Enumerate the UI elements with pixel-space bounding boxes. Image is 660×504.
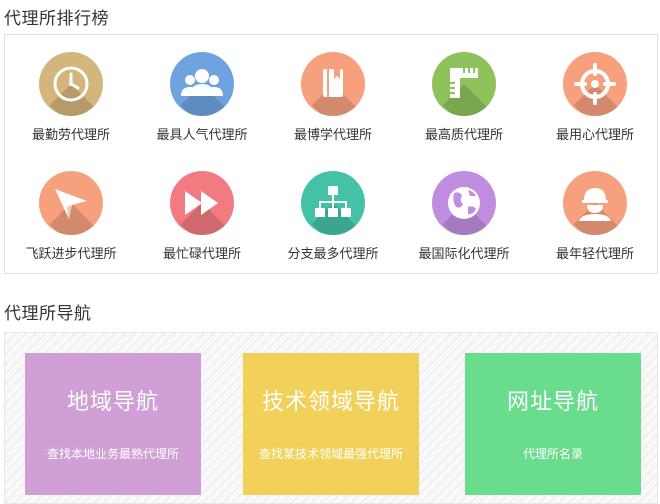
ranking-section-title: 代理所排行榜 [4, 9, 109, 29]
navigation-panel: 地域导航 查找本地业务最熟代理所 技术领域导航 查找某技术领域最强代理所 网址导… [4, 332, 658, 504]
rank-item-label: 最国际化代理所 [418, 247, 510, 262]
paper-plane-icon [39, 171, 103, 235]
nav-card-region[interactable]: 地域导航 查找本地业务最熟代理所 [25, 353, 201, 495]
nav-card-description: 查找某技术领域最强代理所 [258, 447, 403, 461]
rank-item-busiest[interactable]: 最忙碌代理所 [136, 171, 268, 262]
nav-card-title: 网址导航 [506, 390, 599, 415]
fast-forward-icon [170, 171, 234, 235]
globe-icon [432, 171, 496, 235]
nav-card-title: 技术领域导航 [261, 390, 400, 415]
rank-item-leap-progress[interactable]: 飞跃进步代理所 [5, 171, 137, 262]
rank-item-label: 最忙碌代理所 [162, 247, 241, 262]
navigation-section-title: 代理所导航 [4, 304, 92, 324]
nav-card-tech-field[interactable]: 技术领域导航 查找某技术领域最强代理所 [243, 353, 419, 495]
hierarchy-icon [301, 171, 365, 235]
rank-item-label: 最勤劳代理所 [31, 128, 110, 143]
people-icon [170, 52, 234, 116]
rank-item-label: 分支最多代理所 [287, 247, 379, 262]
rank-item-label: 最高质代理所 [424, 128, 503, 143]
rank-item-highest-quality[interactable]: 最高质代理所 [398, 52, 530, 143]
rank-item-most-attentive[interactable]: 最用心代理所 [529, 52, 660, 143]
clock-icon [39, 52, 103, 116]
nav-card-description: 查找本地业务最熟代理所 [46, 447, 179, 461]
rank-item-youngest[interactable]: 最年轻代理所 [529, 171, 660, 262]
rank-item-most-international[interactable]: 最国际化代理所 [398, 171, 530, 262]
rank-item-most-learned[interactable]: 最博学代理所 [267, 52, 399, 143]
rank-item-label: 最用心代理所 [555, 128, 634, 143]
rank-item-label: 最博学代理所 [293, 128, 372, 143]
rank-item-most-diligent[interactable]: 最勤劳代理所 [5, 52, 137, 143]
ranking-panel: 最勤劳代理所 最具人气代理所 最博学代理所 最高质代理所 最用心代理所 飞跃进步… [4, 34, 658, 274]
rank-item-label: 最年轻代理所 [555, 247, 634, 262]
rank-item-most-branches[interactable]: 分支最多代理所 [267, 171, 399, 262]
target-icon [563, 52, 627, 116]
nav-card-title: 地域导航 [66, 390, 159, 415]
rank-item-label: 飞跃进步代理所 [25, 247, 117, 262]
worker-icon [563, 171, 627, 235]
rank-item-label: 最具人气代理所 [156, 128, 248, 143]
book-icon [301, 52, 365, 116]
nav-card-description: 代理所名录 [522, 447, 583, 461]
nav-card-website[interactable]: 网址导航 代理所名录 [465, 353, 641, 495]
rank-item-most-popular[interactable]: 最具人气代理所 [136, 52, 268, 143]
ruler-icon [432, 52, 496, 116]
